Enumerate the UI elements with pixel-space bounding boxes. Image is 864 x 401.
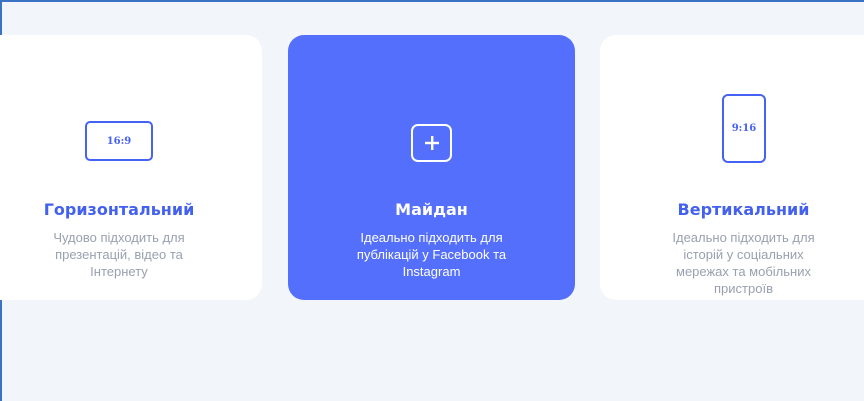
ratio-label-horizontal: 16:9 bbox=[106, 135, 132, 147]
window-frame-top bbox=[0, 0, 864, 2]
format-title-square: Майдан bbox=[395, 200, 468, 219]
description-line: Ідеально підходить для bbox=[672, 230, 815, 245]
description-line: Чудово підходить для bbox=[53, 230, 185, 245]
description-line: презентацій, відео та bbox=[55, 247, 183, 262]
format-title-horizontal: Горизонтальний bbox=[43, 200, 195, 219]
format-description-vertical: Ідеально підходить для історій у соціаль… bbox=[630, 229, 857, 297]
description-line: публікацій у Facebook та bbox=[356, 247, 507, 262]
description-line: історій у соціальних bbox=[683, 247, 804, 262]
portrait-9-16-icon: 9:16 bbox=[722, 94, 766, 163]
landscape-16-9-icon: 16:9 bbox=[85, 121, 153, 161]
format-title-vertical: Вертикальний bbox=[677, 200, 810, 219]
description-line: пристроїв bbox=[714, 281, 773, 296]
description-line: Instagram bbox=[402, 264, 461, 279]
plus-icon bbox=[424, 136, 439, 150]
ratio-label-vertical: 9:16 bbox=[731, 123, 757, 134]
plus-square-icon bbox=[411, 124, 452, 162]
format-description-square: Ідеально підходить для публікацій у Face… bbox=[318, 229, 545, 280]
description-line: Інтернету bbox=[90, 264, 148, 279]
description-line: мережах та мобільних bbox=[676, 264, 811, 279]
format-description-horizontal: Чудово підходить для презентацій, відео … bbox=[0, 229, 238, 280]
description-line: Ідеально підходить для bbox=[360, 230, 503, 245]
